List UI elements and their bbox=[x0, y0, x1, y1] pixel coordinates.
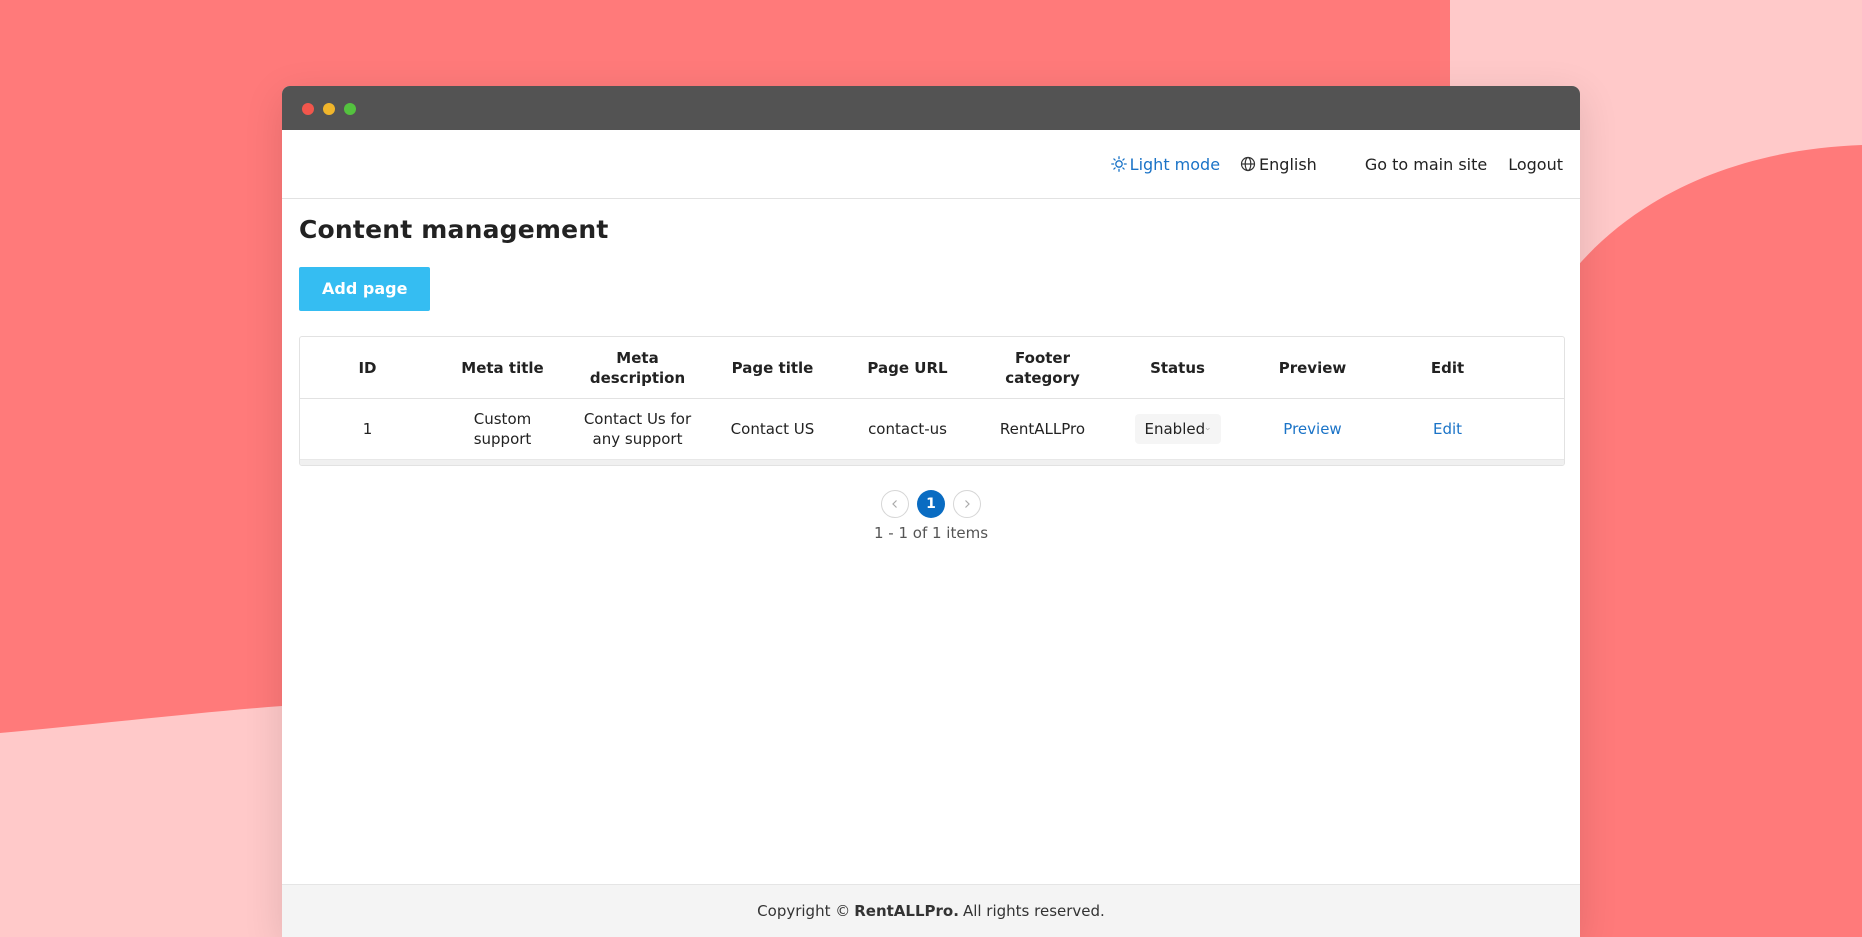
cell-status: Enabled bbox=[1110, 399, 1245, 460]
language-selector[interactable]: English bbox=[1240, 155, 1317, 174]
column-header-footer-category[interactable]: Footer category bbox=[975, 337, 1110, 399]
main-content: Content management Add page ID Meta titl… bbox=[282, 215, 1580, 542]
cell-meta-title: Custom support bbox=[473, 410, 532, 448]
cell-text: Contact Us for bbox=[583, 410, 692, 428]
chevron-left-icon bbox=[892, 500, 897, 508]
cell-meta-description: Contact Us for any support bbox=[570, 399, 705, 460]
column-header-truncated bbox=[1515, 337, 1564, 399]
copyright-suffix: All rights reserved. bbox=[962, 902, 1105, 920]
column-header-id[interactable]: ID bbox=[300, 337, 435, 399]
nav-right-group: Light mode English Go to main site Logou… bbox=[1110, 130, 1563, 198]
column-header-meta-description[interactable]: Meta description bbox=[570, 337, 705, 399]
column-header-page-title[interactable]: Page title bbox=[705, 337, 840, 399]
header-text: description bbox=[589, 368, 686, 387]
add-page-button[interactable]: Add page bbox=[299, 267, 431, 311]
page-number-button[interactable]: 1 bbox=[917, 490, 945, 518]
window-titlebar bbox=[282, 86, 1580, 130]
cell-text: any support bbox=[592, 430, 683, 448]
copyright-brand: RentALLPro. bbox=[854, 902, 959, 920]
light-mode-toggle[interactable]: Light mode bbox=[1110, 154, 1221, 174]
maximize-window-dot[interactable] bbox=[344, 103, 356, 115]
cell-footer-category: RentALLPro bbox=[999, 420, 1086, 438]
sun-icon bbox=[1110, 156, 1127, 172]
table-header-row: ID Meta title Meta description Page titl… bbox=[300, 337, 1564, 399]
column-header-preview[interactable]: Preview bbox=[1245, 337, 1380, 399]
chevron-right-icon bbox=[965, 500, 970, 508]
pages-table: ID Meta title Meta description Page titl… bbox=[299, 336, 1565, 466]
cell-page-url: contact-us bbox=[868, 420, 947, 438]
column-header-meta-title[interactable]: Meta title bbox=[435, 337, 570, 399]
chevron-down-icon bbox=[1205, 427, 1210, 431]
table-horizontal-scrollbar[interactable] bbox=[300, 459, 1564, 465]
pagination-range-text: 1 - 1 of 1 items bbox=[873, 524, 989, 542]
status-value: Enabled bbox=[1144, 420, 1206, 438]
preview-link[interactable]: Preview bbox=[1283, 420, 1341, 438]
cell-page-title: Contact US bbox=[730, 420, 815, 438]
logout-link[interactable]: Logout bbox=[1508, 155, 1563, 174]
globe-icon bbox=[1240, 156, 1256, 172]
page-title: Content management bbox=[299, 215, 609, 244]
browser-window: Light mode English Go to main site Logou… bbox=[282, 86, 1580, 937]
status-select[interactable]: Enabled bbox=[1134, 414, 1221, 444]
minimize-window-dot[interactable] bbox=[323, 103, 335, 115]
cell-truncated bbox=[1515, 399, 1564, 460]
cell-id: 1 bbox=[362, 420, 373, 438]
header-text: Footer bbox=[1015, 348, 1070, 367]
light-mode-label: Light mode bbox=[1129, 154, 1221, 174]
edit-link[interactable]: Edit bbox=[1433, 420, 1462, 438]
header-text: Meta bbox=[616, 348, 659, 367]
footer: Copyright © RentALLPro. All rights reser… bbox=[282, 884, 1580, 937]
copyright-prefix: Copyright © bbox=[757, 902, 851, 920]
cell-edit: Edit bbox=[1380, 399, 1515, 460]
previous-page-button[interactable] bbox=[881, 490, 909, 518]
language-label: English bbox=[1259, 154, 1317, 174]
pagination: 1 bbox=[299, 490, 1563, 518]
cell-preview: Preview bbox=[1245, 399, 1380, 460]
header-text: category bbox=[1005, 368, 1080, 387]
column-header-edit[interactable]: Edit bbox=[1380, 337, 1515, 399]
close-window-dot[interactable] bbox=[302, 103, 314, 115]
table-row: 1 Custom support Contact Us for any supp… bbox=[300, 399, 1564, 460]
column-header-status[interactable]: Status bbox=[1110, 337, 1245, 399]
top-navigation: Light mode English Go to main site Logou… bbox=[282, 130, 1580, 199]
go-to-main-site-link[interactable]: Go to main site bbox=[1365, 155, 1487, 174]
column-header-page-url[interactable]: Page URL bbox=[840, 337, 975, 399]
next-page-button[interactable] bbox=[953, 490, 981, 518]
